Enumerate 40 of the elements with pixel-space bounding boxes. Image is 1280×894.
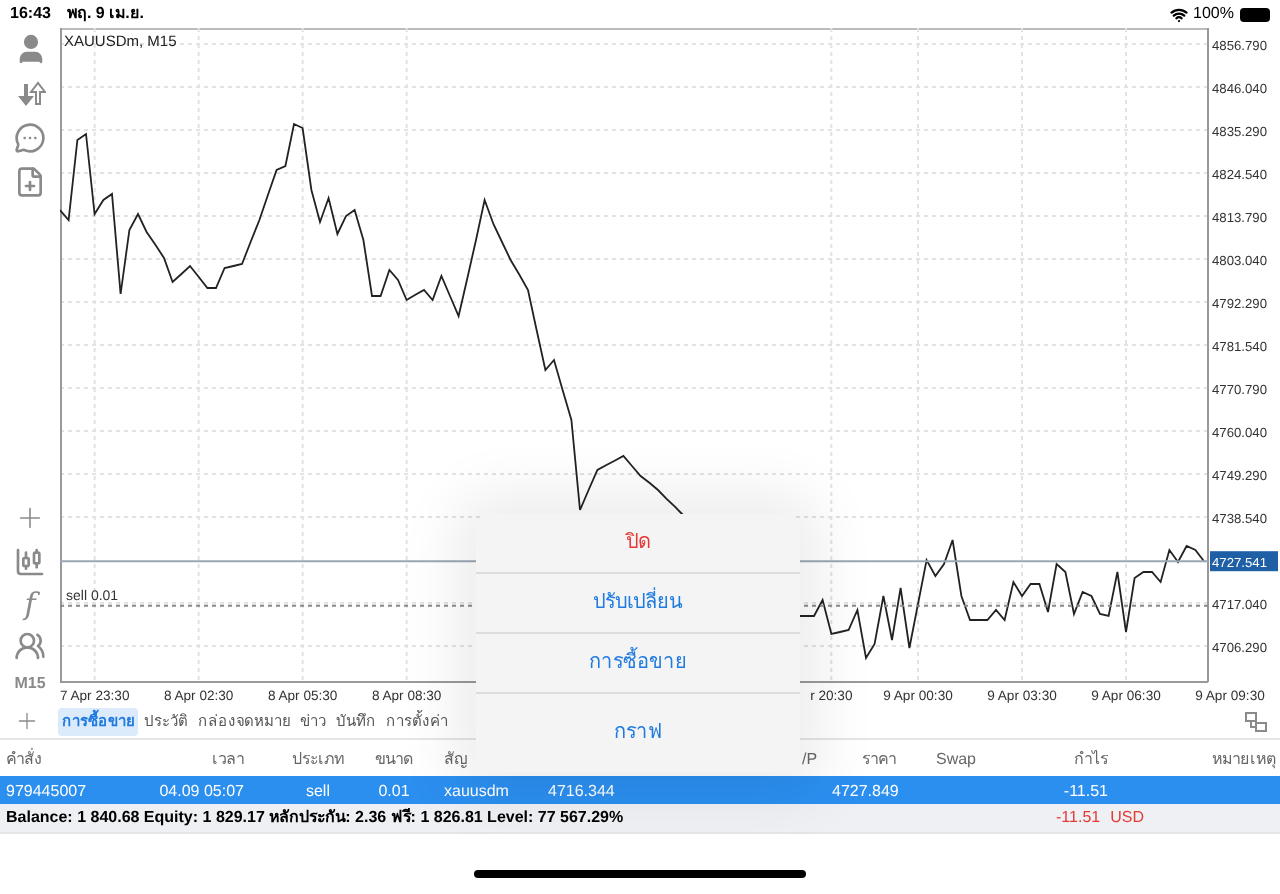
table-cell: 4727.849 (832, 780, 896, 804)
clock: 16:43 (10, 2, 51, 26)
sheet-option[interactable]: ปรับเปลี่ยน (476, 574, 800, 634)
chat-icon[interactable] (14, 122, 46, 154)
crosshair-icon[interactable] (14, 502, 46, 534)
account-summary: Balance: 1 840.68 Equity: 1 829.17 หลักประกัน: 2.36 ฟรี: 1 826.81 Level: 77 567.29% (6, 806, 624, 830)
sheet-option[interactable]: กราฟ (476, 694, 800, 772)
column-header: ประเภท (290, 748, 346, 772)
position-row[interactable]: 979445007 04.09 05:07 sell 0.01 xauusdm 4716.344 4727.849 -11.51 (0, 776, 1280, 804)
column-header: หมายเหตุ (1210, 748, 1276, 772)
table-cell-text: sell (303, 780, 332, 804)
table-cell-text: xauusdm (444, 780, 511, 804)
table-cell-text: 04.09 05:07 (157, 780, 244, 804)
currency: USD (1110, 806, 1144, 830)
column-header: Swap (933, 748, 976, 772)
table-cell-text: 4716.344 (548, 780, 617, 804)
total-profit: -11.51 (1056, 806, 1101, 830)
layout-icon[interactable] (1244, 709, 1268, 733)
table-cell-text: 0.01 (376, 780, 412, 804)
date: พฤ. 9 เม.ย. (66, 2, 145, 26)
battery-percent: 100% (1193, 2, 1234, 26)
column-header: เวลา (210, 748, 244, 772)
battery-icon (1240, 7, 1270, 21)
arrows-icon[interactable] (14, 78, 46, 110)
function-button[interactable]: f (24, 586, 36, 622)
candlestick-icon[interactable] (14, 546, 46, 578)
table-cell-text: -11.51 (1061, 780, 1108, 804)
column-header: คำสั่ง (6, 748, 44, 772)
wifi-icon (1169, 5, 1188, 23)
column-header: /P (802, 748, 820, 772)
add-document-icon[interactable] (14, 166, 46, 198)
add-icon[interactable] (14, 708, 40, 734)
column-header: ขนาด (373, 748, 415, 772)
column-header: ราคา (860, 748, 896, 772)
column-header: กำไร (1072, 748, 1108, 772)
sheet-option[interactable]: การซื้อขาย (476, 634, 800, 694)
column-header: สัญ (444, 748, 470, 772)
people-icon[interactable] (14, 630, 46, 662)
sheet-option[interactable]: ปิด (476, 514, 800, 574)
timeframe-button[interactable]: M15 (14, 672, 46, 696)
